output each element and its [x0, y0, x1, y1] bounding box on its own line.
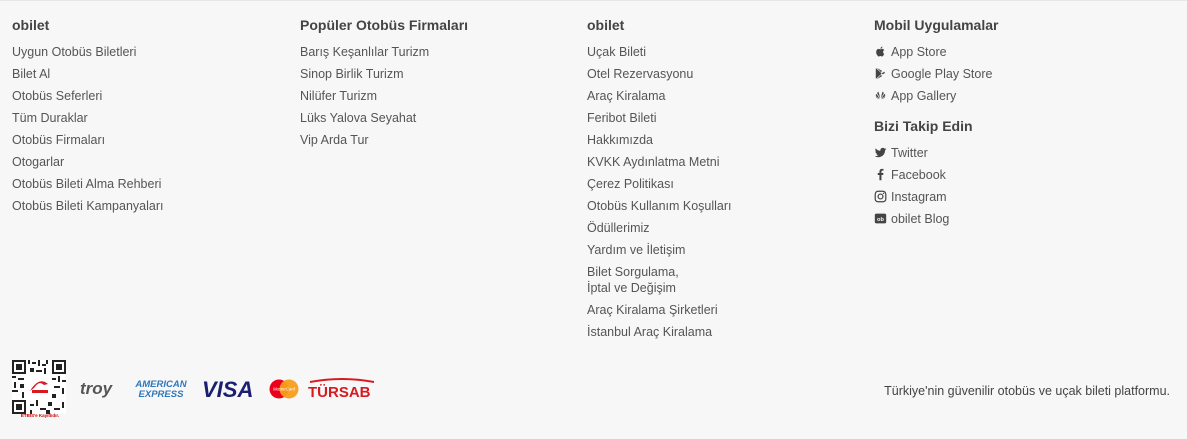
link-bilet-sorgulama[interactable]: Bilet Sorgulama, İptal ve Değişim: [587, 261, 732, 299]
visa-logo-text: VISA: [202, 377, 253, 401]
link-bilet-sorgulama-line1: Bilet Sorgulama,: [587, 265, 679, 279]
instagram-icon: [874, 190, 887, 203]
link-label: App Gallery: [891, 89, 957, 103]
tursab-logo-text: TÜRSAB: [308, 384, 371, 401]
link-label: obilet Blog: [891, 212, 950, 226]
mastercard-logo-text: MasterCard: [273, 387, 296, 392]
link-yardim-iletisim[interactable]: Yardım ve İletişim: [587, 239, 732, 261]
svg-text:ob: ob: [877, 217, 884, 223]
footer-column-populer-firmalar: Popüler Otobüs Firmaları Barış Keşanlıla…: [300, 14, 468, 151]
mobile-apps-title: Mobil Uygulamalar: [874, 17, 999, 33]
column-title: obilet: [587, 17, 625, 33]
huawei-icon: [874, 89, 887, 102]
amex-logo-line2: EXPRESS: [139, 389, 185, 400]
link-google-play[interactable]: Google Play Store: [874, 63, 998, 85]
link-istanbul-arac-kiralama[interactable]: İstanbul Araç Kiralama: [587, 321, 732, 343]
link-odullerimiz[interactable]: Ödüllerimiz: [587, 217, 732, 239]
link-luks-yalova[interactable]: Lüks Yalova Seyahat: [300, 107, 468, 129]
link-hakkimizda[interactable]: Hakkımızda: [587, 129, 732, 151]
blog-icon: ob: [874, 212, 887, 225]
column-title: obilet: [12, 17, 50, 33]
link-otel-rezervasyonu[interactable]: Otel Rezervasyonu: [587, 63, 732, 85]
apple-icon: [874, 45, 887, 58]
link-bilet-alma-rehberi[interactable]: Otobüs Bileti Alma Rehberi: [12, 173, 163, 195]
link-uygun-otobus-biletleri[interactable]: Uygun Otobüs Biletleri: [12, 41, 163, 63]
link-ucak-bileti[interactable]: Uçak Bileti: [587, 41, 732, 63]
link-tum-duraklar[interactable]: Tüm Duraklar: [12, 107, 163, 129]
link-arac-kiralama-sirketleri[interactable]: Araç Kiralama Şirketleri: [587, 299, 732, 321]
etbis-qr-code[interactable]: [12, 360, 66, 416]
twitter-icon: [874, 146, 887, 159]
link-obilet-blog[interactable]: ob obilet Blog: [874, 208, 998, 230]
link-bilet-kampanyalari[interactable]: Otobüs Bileti Kampanyaları: [12, 195, 163, 217]
troy-logo-text: troy: [80, 379, 114, 398]
column-title: Popüler Otobüs Firmaları: [300, 17, 469, 33]
footer-column-mobile-social: Mobil Uygulamalar App Store Google Play …: [874, 14, 998, 230]
footer-column-obilet-2: obilet Uçak Bileti Otel Rezervasyonu Ara…: [587, 14, 732, 343]
footer-top-border: [0, 0, 1187, 1]
link-facebook[interactable]: Facebook: [874, 164, 998, 186]
visa-logo: VISA: [202, 377, 260, 406]
link-kullanim-kosullari[interactable]: Otobüs Kullanım Koşulları: [587, 195, 732, 217]
link-app-store[interactable]: App Store: [874, 41, 998, 63]
link-twitter[interactable]: Twitter: [874, 142, 998, 164]
link-app-gallery[interactable]: App Gallery: [874, 85, 998, 107]
link-label: Twitter: [891, 146, 928, 160]
mastercard-logo: MasterCard: [268, 378, 300, 405]
link-label: App Store: [891, 45, 947, 59]
link-bilet-al[interactable]: Bilet Al: [12, 63, 163, 85]
link-kvkk[interactable]: KVKK Aydınlatma Metni: [587, 151, 732, 173]
footer-bottom-bar: ETBİS'e Kayıtlıdır. troy AMERICAN EXPRES…: [0, 355, 1187, 430]
qr-code-graphic: [12, 360, 66, 414]
link-nilufer-turizm[interactable]: Nilüfer Turizm: [300, 85, 468, 107]
link-label: Google Play Store: [891, 67, 993, 81]
troy-logo: troy: [80, 377, 120, 406]
etbis-caption: ETBİS'e Kayıtlıdır.: [20, 413, 60, 418]
platform-tagline: Türkiye'nin güvenilir otobüs ve uçak bil…: [884, 384, 1170, 398]
link-feribot-bileti[interactable]: Feribot Bileti: [587, 107, 732, 129]
link-cerez-politikasi[interactable]: Çerez Politikası: [587, 173, 732, 195]
link-instagram[interactable]: Instagram: [874, 186, 998, 208]
follow-us-title: Bizi Takip Edin: [874, 118, 973, 134]
link-otobus-firmalari[interactable]: Otobüs Firmaları: [12, 129, 163, 151]
link-label: Facebook: [891, 168, 946, 182]
link-baris-kesanlilar[interactable]: Barış Keşanlılar Turizm: [300, 41, 468, 63]
link-arac-kiralama[interactable]: Araç Kiralama: [587, 85, 732, 107]
link-otogarlar[interactable]: Otogarlar: [12, 151, 163, 173]
link-bilet-sorgulama-line2: İptal ve Değişim: [587, 281, 676, 295]
link-vip-arda[interactable]: Vip Arda Tur: [300, 129, 468, 151]
facebook-icon: [874, 168, 887, 181]
link-label: Instagram: [891, 190, 947, 204]
tursab-logo: TÜRSAB: [308, 377, 378, 406]
link-otobus-seferleri[interactable]: Otobüs Seferleri: [12, 85, 163, 107]
google-play-icon: [874, 67, 887, 80]
amex-logo: AMERICAN EXPRESS: [130, 378, 192, 405]
footer-column-obilet: obilet Uygun Otobüs Biletleri Bilet Al O…: [12, 14, 163, 217]
link-sinop-birlik[interactable]: Sinop Birlik Turizm: [300, 63, 468, 85]
